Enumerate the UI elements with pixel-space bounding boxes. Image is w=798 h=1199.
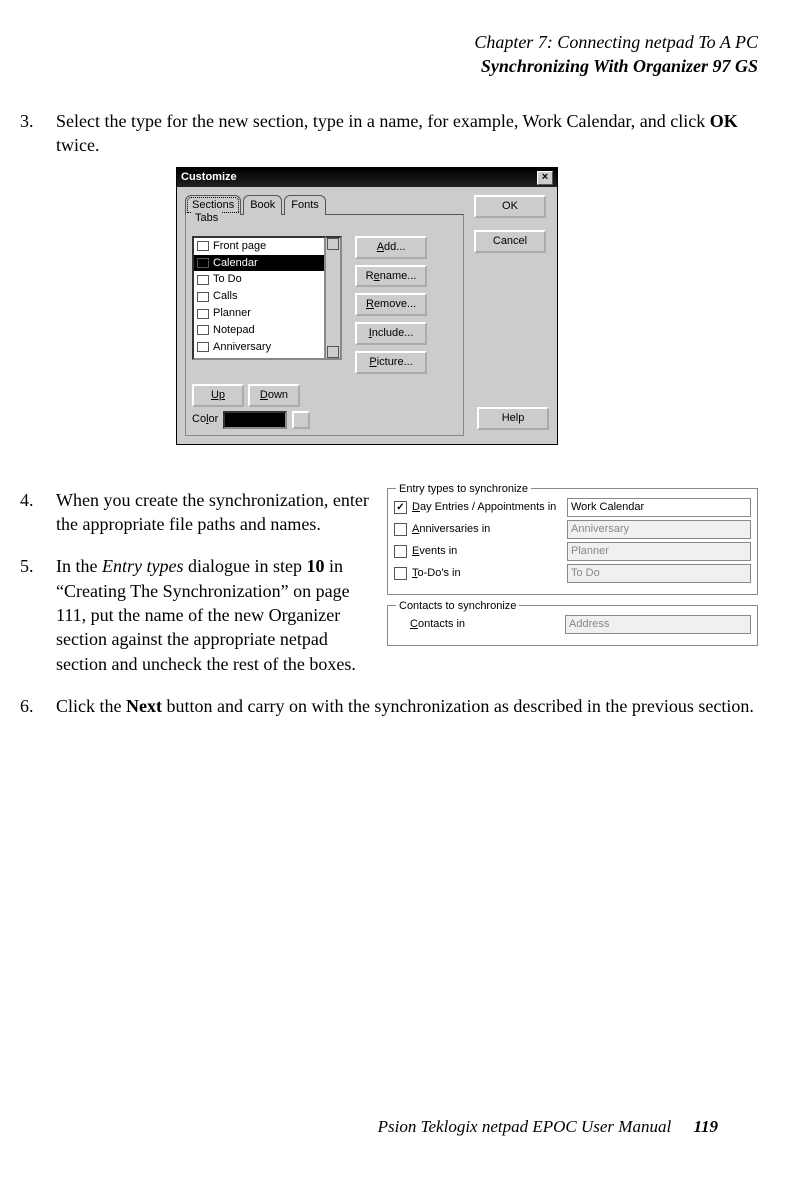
tab-book[interactable]: Book xyxy=(243,195,282,215)
page-footer: Psion Teklogix netpad EPOC User Manual 1… xyxy=(378,1116,718,1139)
sync-label: Contacts in xyxy=(410,617,565,632)
list-item: Notepad xyxy=(194,322,324,339)
step-5: 5. In the Entry types dialogue in step 1… xyxy=(20,554,375,675)
section-listbox[interactable]: Front page Calendar To Do Calls Planner … xyxy=(192,236,326,360)
anniversary-icon xyxy=(197,342,209,352)
todo-icon xyxy=(197,275,209,285)
list-item: Calendar xyxy=(194,255,324,272)
planner-icon xyxy=(197,309,209,319)
step-4: 4. When you create the synchronization, … xyxy=(20,488,375,537)
section-title: Synchronizing With Organizer 97 GS xyxy=(20,54,758,78)
customize-dialog: Customize × Sections Book Fonts Tabs xyxy=(176,167,558,445)
color-label: Color xyxy=(192,412,218,427)
sync-label: Events in xyxy=(412,544,567,559)
checkbox-day-entries[interactable] xyxy=(394,501,407,514)
contacts-group: Contacts to synchronize Contacts in Addr… xyxy=(387,605,758,646)
tabs-group: Tabs Front page Calendar To Do Calls Pla… xyxy=(185,214,464,436)
close-icon[interactable]: × xyxy=(537,171,553,185)
page-icon xyxy=(197,241,209,251)
rename-button[interactable]: Rename... xyxy=(355,265,427,288)
ok-button[interactable]: OK xyxy=(474,195,546,218)
down-button[interactable]: Down xyxy=(248,384,300,407)
step-body: In the Entry types dialogue in step 10 i… xyxy=(56,554,375,675)
step-body: When you create the synchronization, ent… xyxy=(56,488,375,537)
page-number: 119 xyxy=(693,1117,718,1136)
notepad-icon xyxy=(197,325,209,335)
sync-label: Anniversaries in xyxy=(412,522,567,537)
sync-row: To-Do's in To Do xyxy=(394,564,751,583)
sync-row: Day Entries / Appointments in Work Calen… xyxy=(394,498,751,517)
remove-button[interactable]: Remove... xyxy=(355,293,427,316)
sync-field: Anniversary xyxy=(567,520,751,539)
calls-icon xyxy=(197,292,209,302)
entry-types-group: Entry types to synchronize Day Entries /… xyxy=(387,488,758,595)
dialog-title: Customize xyxy=(181,170,237,185)
list-item: Front page xyxy=(194,238,324,255)
step-body: Select the type for the new section, typ… xyxy=(56,109,758,470)
sync-row: Anniversaries in Anniversary xyxy=(394,520,751,539)
sync-field: To Do xyxy=(567,564,751,583)
step-number: 5. xyxy=(20,554,48,675)
checkbox-anniversaries[interactable] xyxy=(394,523,407,536)
tabs-group-label: Tabs xyxy=(192,212,221,224)
sync-label: To-Do's in xyxy=(412,566,567,581)
sync-field: Address xyxy=(565,615,751,634)
picture-button[interactable]: Picture... xyxy=(355,351,427,374)
sync-field[interactable]: Work Calendar xyxy=(567,498,751,517)
chapter-title: Chapter 7: Connecting netpad To A PC xyxy=(20,30,758,54)
scrollbar[interactable] xyxy=(326,236,342,360)
tab-fonts[interactable]: Fonts xyxy=(284,195,326,215)
calendar-icon xyxy=(197,258,209,268)
address-icon xyxy=(197,359,209,360)
cancel-button[interactable]: Cancel xyxy=(474,230,546,253)
footer-text: Psion Teklogix netpad EPOC User Manual xyxy=(378,1117,672,1136)
checkbox-todos[interactable] xyxy=(394,567,407,580)
dialog-titlebar: Customize × xyxy=(177,168,557,187)
up-button[interactable]: Up xyxy=(192,384,244,407)
step-3: 3. Select the type for the new section, … xyxy=(20,109,758,470)
page-header: Chapter 7: Connecting netpad To A PC Syn… xyxy=(20,30,758,79)
step-number: 4. xyxy=(20,488,48,537)
sync-row: Events in Planner xyxy=(394,542,751,561)
checkbox-events[interactable] xyxy=(394,545,407,558)
sync-field: Planner xyxy=(567,542,751,561)
list-item: Chris's Addresses xyxy=(194,356,324,360)
sync-row: Contacts in Address xyxy=(394,615,751,634)
step-6: 6. Click the Next button and carry on wi… xyxy=(20,694,758,718)
include-button[interactable]: Include... xyxy=(355,322,427,345)
tab-strip: Sections Book Fonts xyxy=(185,195,464,215)
list-item: To Do xyxy=(194,271,324,288)
entry-types-legend: Entry types to synchronize xyxy=(396,482,531,497)
color-dropdown-button[interactable] xyxy=(292,411,310,429)
step-body: Click the Next button and carry on with … xyxy=(56,694,758,718)
step-number: 6. xyxy=(20,694,48,718)
list-item: Planner xyxy=(194,305,324,322)
contacts-legend: Contacts to synchronize xyxy=(396,599,519,614)
step-number: 3. xyxy=(20,109,48,470)
list-item: Anniversary xyxy=(194,339,324,356)
color-swatch xyxy=(223,411,287,429)
help-button[interactable]: Help xyxy=(477,407,549,430)
sync-label: Day Entries / Appointments in xyxy=(412,500,567,515)
list-item: Calls xyxy=(194,288,324,305)
add-button[interactable]: Add... xyxy=(355,236,427,259)
